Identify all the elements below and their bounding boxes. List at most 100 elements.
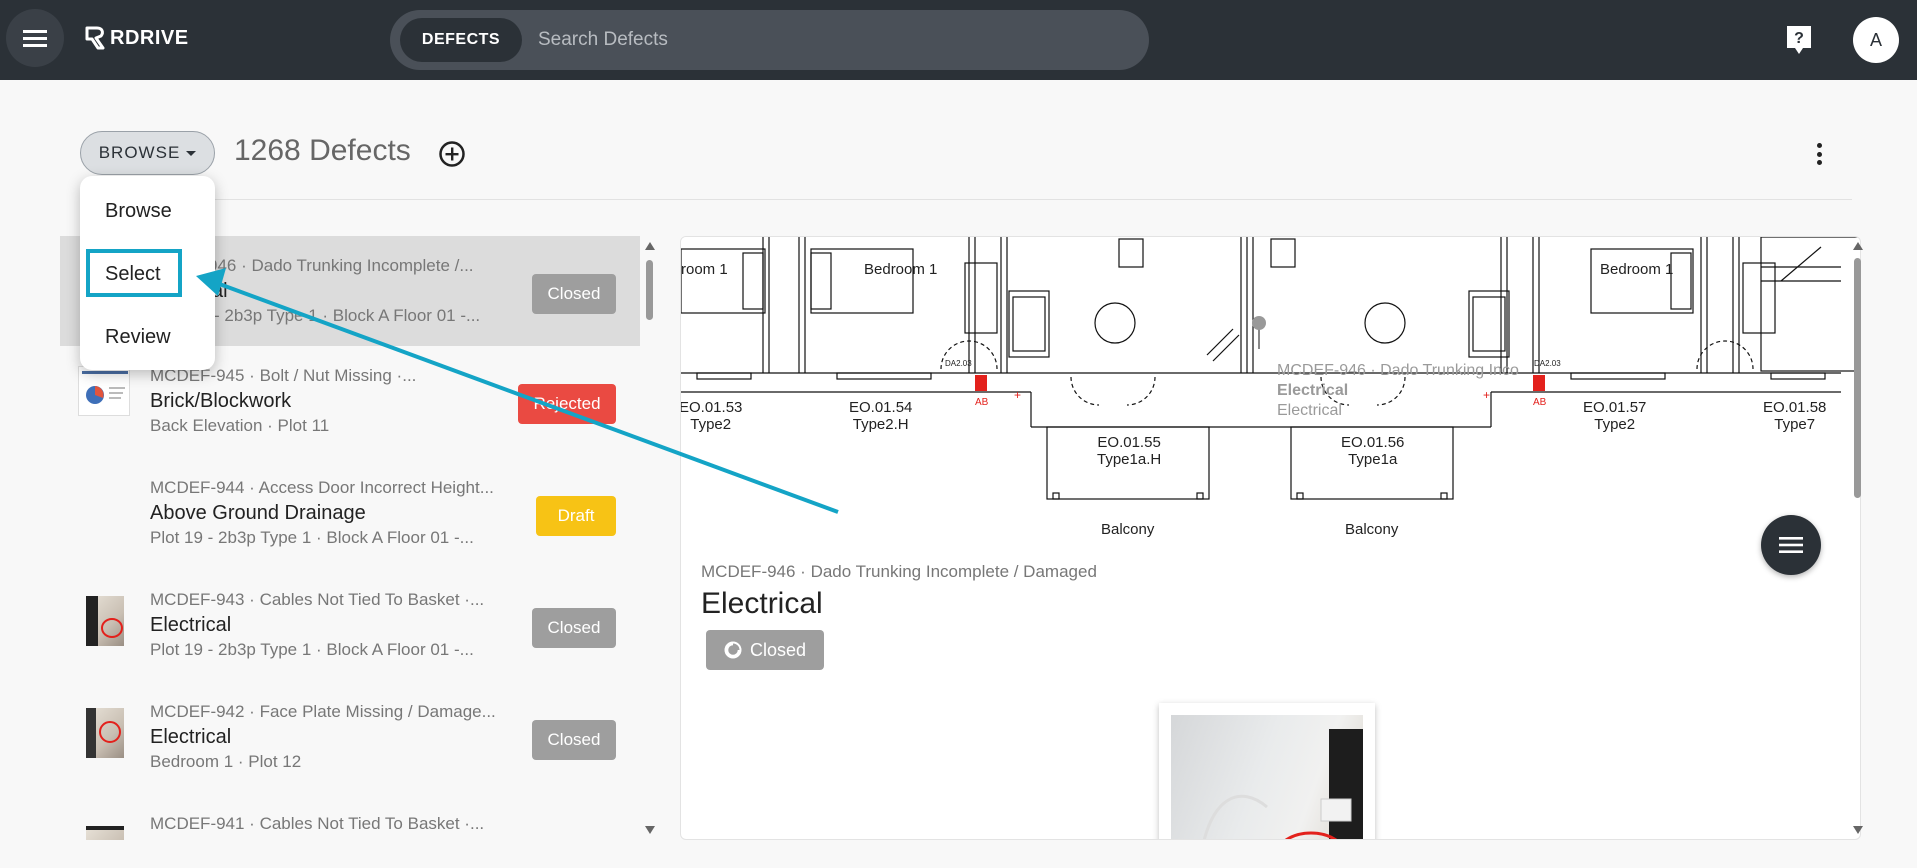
item-ref: MCDEF-944 · Access Door Incorrect Height… xyxy=(150,478,494,497)
search-input[interactable] xyxy=(538,18,1118,62)
detail-status-label: Closed xyxy=(749,639,807,660)
plan-room-label: room 1 xyxy=(681,261,728,278)
scroll-down-arrow-icon[interactable] xyxy=(1853,826,1863,834)
defect-detail-panel: + + room 1 Bedroom 1 Bedroom 1 DA2.03 DA… xyxy=(680,236,1861,840)
item-ref: MCDEF-941 · Cables Not Tied To Basket ·.… xyxy=(150,814,485,833)
pin-popup-ref: MCDEF-946 · Dado Trunking Inco xyxy=(1277,362,1519,379)
unit-code: EO.01.53 xyxy=(680,399,743,416)
app-logo[interactable]: RDRIVE xyxy=(84,26,189,50)
item-thumbnail xyxy=(86,596,124,646)
menu-button[interactable] xyxy=(6,9,64,67)
unit-type: Type7 xyxy=(1774,416,1816,433)
item-location: - 2b3p Type 1 · Block A Floor 01 -... xyxy=(214,306,481,325)
plan-unit-label: EO.01.56 Type1a xyxy=(1341,434,1404,468)
plan-unit-label: EO.01.54 Type2.H xyxy=(849,399,912,433)
scroll-down-arrow-icon[interactable] xyxy=(645,826,655,834)
more-options-button[interactable] xyxy=(1812,140,1826,168)
browse-mode-button[interactable]: BROWSE xyxy=(80,131,215,175)
header-divider xyxy=(80,199,1852,200)
status-badge: Closed xyxy=(532,720,616,760)
logo-text: RDRIVE xyxy=(110,26,189,49)
unit-code: EO.01.58 xyxy=(1763,399,1827,416)
menu-item-browse[interactable]: Browse xyxy=(80,186,215,236)
select-highlight-box xyxy=(86,249,182,297)
help-icon: ? xyxy=(1787,26,1811,54)
plan-room-label: Bedroom 1 xyxy=(1600,261,1674,278)
search-scope-chip[interactable]: DEFECTS xyxy=(400,18,522,62)
plan-unit-label: EO.01.58 Type7 xyxy=(1763,399,1826,433)
add-circle-icon xyxy=(439,141,465,167)
unit-code: EO.01.57 xyxy=(1583,399,1647,416)
plan-door-tag: DA2.03 xyxy=(945,359,972,368)
plan-unit-label: EO.01.53 Type2 xyxy=(680,399,743,433)
defect-count: 1268 Defects xyxy=(234,134,411,167)
unit-code: EO.01.56 xyxy=(1341,434,1405,451)
plan-room-label: Bedroom 1 xyxy=(864,261,938,278)
plan-unit-label: EO.01.57 Type2 xyxy=(1583,399,1646,433)
kebab-dot-icon xyxy=(1816,143,1822,148)
item-title: Electrical xyxy=(150,614,232,636)
unit-type: Type2.H xyxy=(852,416,909,433)
item-location: Plot 19 - 2b3p Type 1 · Block A Floor 01… xyxy=(150,528,474,547)
status-badge: Rejected xyxy=(518,384,616,424)
hamburger-icon xyxy=(23,30,47,47)
kebab-dot-icon xyxy=(1816,160,1822,165)
item-title: Brick/Blockwork xyxy=(150,390,292,412)
item-ref: MCDEF-942 · Face Plate Missing / Damage.… xyxy=(150,702,496,721)
user-avatar[interactable]: A xyxy=(1853,17,1899,63)
logo-mark-icon xyxy=(85,26,105,50)
caret-down-icon xyxy=(186,150,197,156)
item-ref: MCDEF-943 · Cables Not Tied To Basket ·.… xyxy=(150,590,485,609)
scroll-up-arrow-icon[interactable] xyxy=(645,242,655,250)
detail-status-badge: Closed xyxy=(706,630,824,670)
scroll-up-arrow-icon[interactable] xyxy=(1853,242,1863,250)
defect-photo[interactable] xyxy=(1159,703,1375,839)
browse-mode-menu: Browse Select Review xyxy=(80,176,215,370)
floor-plan[interactable]: + + room 1 Bedroom 1 Bedroom 1 DA2.03 DA… xyxy=(680,237,1860,547)
item-title: Electrical xyxy=(150,726,232,748)
top-app-bar: RDRIVE DEFECTS ? A xyxy=(0,0,1917,80)
add-defect-button[interactable] xyxy=(438,140,466,168)
item-title: Above Ground Drainage xyxy=(150,502,366,524)
plan-ab-marker: AB xyxy=(975,397,989,408)
unit-type: Type2 xyxy=(690,416,732,433)
item-location: Back Elevation · Plot 11 xyxy=(150,416,330,435)
status-badge: Closed xyxy=(532,274,616,314)
unit-type: Type1a.H xyxy=(1097,451,1162,468)
svg-text:+: + xyxy=(1483,388,1490,402)
unit-code: EO.01.54 xyxy=(849,399,913,416)
kebab-dot-icon xyxy=(1816,151,1822,157)
item-ref: 946 · Dado Trunking Incomplete /... xyxy=(208,256,474,275)
detail-menu-fab[interactable] xyxy=(1761,515,1821,575)
scroll-thumb[interactable] xyxy=(646,260,653,320)
pin-popup-title: Electrical xyxy=(1277,382,1349,399)
unit-code: EO.01.55 xyxy=(1097,434,1161,451)
unit-type: Type1a xyxy=(1348,451,1398,468)
item-location: Plot 19 - 2b3p Type 1 · Block A Floor 01… xyxy=(150,640,474,659)
svg-text:+: + xyxy=(1014,388,1021,402)
list-item[interactable]: MCDEF-944 · Access Door Incorrect Height… xyxy=(60,458,640,568)
status-badge: Draft xyxy=(536,496,616,536)
list-scrollbar[interactable] xyxy=(644,236,656,840)
menu-item-review[interactable]: Review xyxy=(80,312,215,362)
defect-photo-image xyxy=(1171,715,1363,839)
list-menu-icon xyxy=(1779,537,1803,553)
scroll-thumb[interactable] xyxy=(1854,258,1861,498)
detail-title: Electrical xyxy=(701,587,823,620)
plan-unit-label: EO.01.55 Type1a.H xyxy=(1097,434,1161,468)
unit-type: Type2 xyxy=(1594,416,1636,433)
item-thumbnail xyxy=(86,708,124,758)
svg-text:?: ? xyxy=(1794,30,1804,47)
plan-ab-marker: AB xyxy=(1533,397,1547,408)
list-item[interactable]: MCDEF-941 · Cables Not Tied To Basket ·.… xyxy=(60,794,640,840)
detail-scrollbar[interactable] xyxy=(1852,236,1864,840)
status-closed-icon xyxy=(724,641,742,659)
list-item[interactable]: MCDEF-943 · Cables Not Tied To Basket ·.… xyxy=(60,570,640,680)
detail-ref: MCDEF-946 · Dado Trunking Incomplete / D… xyxy=(701,562,1097,581)
plan-balcony-label: Balcony xyxy=(1101,521,1155,538)
plan-balcony-label: Balcony xyxy=(1345,521,1399,538)
item-location: Bedroom 1 · Plot 12 xyxy=(150,752,302,771)
list-item[interactable]: MCDEF-942 · Face Plate Missing / Damage.… xyxy=(60,682,640,792)
help-button[interactable]: ? xyxy=(1784,23,1814,57)
search-bar: DEFECTS xyxy=(390,10,1149,70)
